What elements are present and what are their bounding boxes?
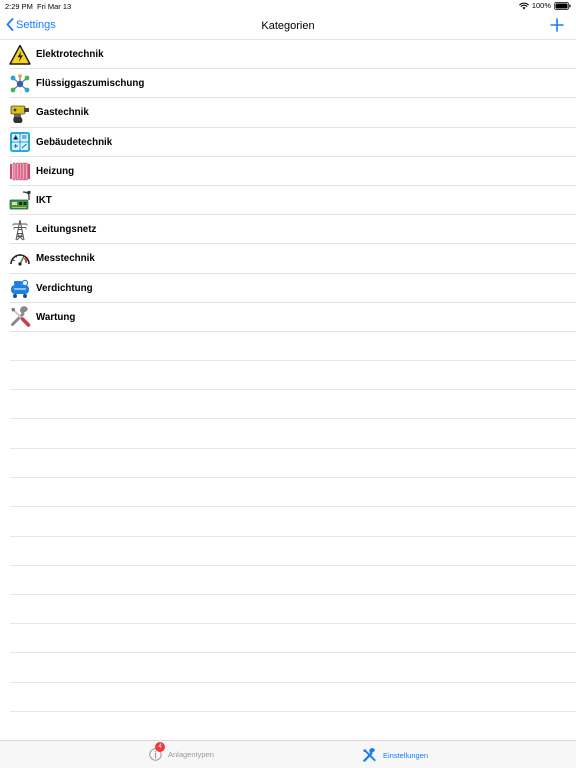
list-item-verdichtung[interactable]: Verdichtung (0, 274, 576, 303)
status-bar: 2:29 PM Fri Mar 13 100% (0, 0, 576, 12)
list-item-gastechnik[interactable]: Gastechnik (0, 98, 576, 128)
list-item-label: Messtechnik (36, 253, 95, 265)
row-separator (10, 448, 576, 449)
notification-badge: 4 (155, 742, 165, 752)
row-separator (10, 594, 576, 595)
list-item-label: Gastechnik (36, 107, 89, 119)
list-item-heizung[interactable]: Heizung (0, 157, 576, 187)
row-separator (10, 360, 576, 361)
status-date: Fri Mar 13 (37, 2, 72, 11)
battery-icon (554, 1, 571, 10)
row-separator (10, 418, 576, 419)
gauge-icon (10, 253, 30, 266)
tools-icon (11, 306, 31, 328)
chevron-left-icon (6, 18, 14, 31)
tab-icon-container: 4 (149, 742, 165, 761)
wifi-icon (519, 2, 529, 9)
row-separator (10, 536, 576, 537)
list-item-messtechnik[interactable]: Messtechnik (0, 244, 576, 274)
list-item-leitungsnetz[interactable]: Leitungsnetz (0, 215, 576, 245)
plus-icon (550, 18, 564, 32)
row-separator (10, 652, 576, 653)
tab-bar: 4 Anlagentypen Einstellungen (0, 740, 576, 768)
list-item-label: IKT (36, 195, 52, 207)
network-board-icon (9, 190, 31, 209)
molecule-icon (10, 73, 30, 93)
row-separator (10, 565, 576, 566)
tab-label: Anlagentypen (168, 750, 214, 759)
list-item-label: Gebäudetechnik (36, 136, 113, 148)
list-item-label: Heizung (36, 165, 75, 177)
page-title: Kategorien (261, 20, 315, 32)
list-item-label: Leitungsnetz (36, 224, 97, 236)
row-separator (10, 623, 576, 624)
list-item-ikt[interactable]: IKT (0, 186, 576, 216)
row-separator (10, 506, 576, 507)
list-item-wartung[interactable]: Wartung (0, 303, 576, 333)
row-separator (10, 477, 576, 478)
kategorien-screen: 2:29 PM Fri Mar 13 100% Settings Kategor… (0, 0, 576, 768)
status-time: 2:29 PM (5, 2, 33, 11)
tab-einstellungen[interactable]: Einstellungen (362, 748, 428, 763)
radiator-icon (10, 162, 30, 181)
list-item-label: Elektrotechnik (36, 49, 104, 61)
row-separator (10, 711, 576, 712)
building-grid-icon (10, 132, 30, 153)
compressor-icon (11, 279, 29, 299)
list-item-fluessiggaszumischung[interactable]: Flüssiggaszumischung (0, 69, 576, 99)
row-separator (10, 682, 576, 683)
tab-label: Einstellungen (383, 751, 429, 760)
empty-table-area (0, 332, 576, 740)
tools-icon (363, 748, 376, 762)
row-separator (10, 389, 576, 390)
back-button[interactable]: Settings (6, 18, 56, 31)
high-voltage-warning-icon (9, 44, 31, 65)
power-pylon-icon (12, 219, 28, 241)
gas-burner-icon (10, 105, 29, 123)
battery-percent: 100% (531, 1, 551, 10)
navigation-bar: Settings Kategorien (0, 12, 576, 40)
status-indicators: 100% (519, 1, 571, 10)
category-list: Elektrotechnik Flüssiggaszumischung Gast… (0, 40, 576, 333)
tab-anlagentypen[interactable]: 4 Anlagentypen (149, 742, 214, 761)
back-button-label: Settings (16, 18, 56, 31)
list-item-gebaeudetechnik[interactable]: Gebäudetechnik (0, 128, 576, 157)
list-item-label: Verdichtung (36, 282, 93, 294)
list-item-elektrotechnik[interactable]: Elektrotechnik (0, 40, 576, 70)
list-item-label: Flüssiggaszumischung (36, 78, 145, 90)
add-button[interactable] (548, 16, 566, 34)
list-item-label: Wartung (36, 311, 76, 323)
